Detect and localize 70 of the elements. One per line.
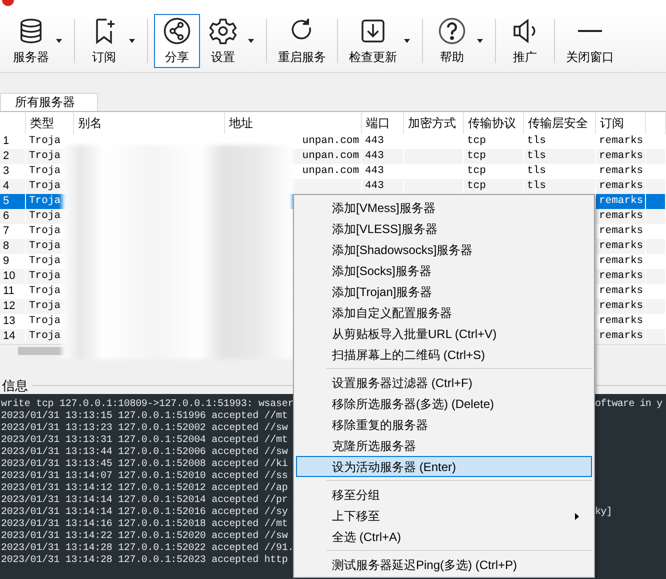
menu-item[interactable]: 添加[Trojan]服务器 — [296, 281, 592, 302]
log-line: oftware in y — [595, 399, 662, 411]
toolbar-button[interactable]: 设置 — [200, 14, 246, 68]
menu-item[interactable]: 移除所选服务器(多选) (Delete) — [296, 393, 592, 414]
log-line: 2023/01/31 13:13:23 127.0.0.1:52002 accepted //sw — [0, 423, 289, 434]
menu-item[interactable]: 添加[Shadowsocks]服务器 — [296, 239, 592, 260]
menu-item[interactable]: 扫描屏幕上的二维码 (Ctrl+S) — [296, 344, 592, 365]
menu-item[interactable]: 全选 (Ctrl+A) — [296, 526, 592, 547]
log-line: 2023/01/31 13:14:28 127.0.0.1:52023 accepted http — [0, 555, 289, 567]
share-icon — [163, 16, 191, 44]
toolbar-button[interactable]: 订阅 — [81, 14, 127, 68]
log-line: 2023/01/31 13:14:07 127.0.0.1:52010 accepted //ss — [0, 471, 289, 482]
menu-item[interactable]: 设为活动服务器 (Enter) — [296, 456, 592, 477]
submenu-arrow-icon — [575, 513, 579, 520]
menu-item[interactable]: 设置服务器过滤器 (Ctrl+F) — [296, 372, 592, 393]
menu-item[interactable]: 添加自定义配置服务器 — [296, 302, 592, 323]
menu-item[interactable]: 添加[VLESS]服务器 — [296, 218, 592, 239]
table-cell: tcp — [467, 150, 486, 162]
menu-item[interactable]: 测试服务器延迟Ping(多选) (Ctrl+P) — [296, 554, 592, 575]
menu-item[interactable]: 移至分组 — [296, 484, 592, 505]
log-line: 2023/01/31 13:14:28 127.0.0.1:52022 accepted //91. — [0, 543, 293, 554]
table-cell: tls — [527, 150, 546, 162]
log-line: 2023/01/31 13:13:31 127.0.0.1:52004 accepted //mt — [0, 435, 289, 446]
log-line: 2023/01/31 13:13:45 127.0.0.1:52008 accepted //ki — [0, 459, 289, 470]
table-cell: 443 — [365, 165, 384, 177]
toolbar-button[interactable]: 重启服务 — [273, 14, 331, 68]
table-cell: unpan.com — [302, 165, 359, 177]
table-cell: 443 — [365, 135, 384, 147]
menu-item[interactable]: 添加[VMess]服务器 — [296, 197, 592, 218]
log-line: 2023/01/31 13:14:14 127.0.0.1:52016 accepted //sy — [0, 507, 289, 518]
log-line: 2023/01/31 13:14:14 127.0.0.1:52014 accepted //pr — [0, 495, 289, 506]
table-cell: unpan.com — [302, 135, 359, 147]
toolbar-button[interactable]: 推广 — [502, 14, 548, 68]
menu-item[interactable]: 移除重复的服务器 — [296, 414, 592, 435]
log-line: write tcp 127.0.0.1:10809->127.0.0.1:51993: wsaser — [0, 399, 293, 410]
table-cell: tcp — [467, 180, 486, 192]
minus-icon — [578, 28, 602, 32]
caret-icon[interactable] — [477, 39, 483, 43]
toolbar-button[interactable]: 分享 — [154, 14, 200, 68]
menu-item[interactable]: 从剪贴板导入批量URL (Ctrl+V) — [296, 323, 592, 344]
tab[interactable]: 所有服务器 — [0, 93, 98, 111]
gear-icon — [209, 16, 237, 44]
log-line: 2023/01/31 13:13:44 127.0.0.1:52006 accepted //sw — [0, 447, 289, 458]
caret-icon[interactable] — [129, 39, 135, 43]
log-line: 2023/01/31 13:14:12 127.0.0.1:52012 accepted //ap — [0, 483, 289, 494]
caret-icon[interactable] — [56, 39, 62, 43]
help-icon — [438, 16, 466, 44]
table-cell: tcp — [467, 165, 486, 177]
toolbar-button[interactable]: 检查更新 — [344, 14, 402, 68]
caret-icon[interactable] — [248, 39, 254, 43]
table-cell: tls — [527, 180, 546, 192]
menu-item[interactable]: 克隆所选服务器 — [296, 435, 592, 456]
download-icon — [359, 16, 387, 44]
menu-item[interactable]: 上下移至 — [296, 505, 592, 526]
toolbar-button[interactable]: 帮助 — [429, 14, 475, 68]
log-line: ky] — [595, 507, 612, 519]
log-line: 2023/01/31 13:14:16 127.0.0.1:52018 accepted //mt — [0, 519, 289, 530]
table-cell: 443 — [365, 150, 384, 162]
table-cell: tls — [527, 165, 546, 177]
table-cell: tcp — [467, 135, 486, 147]
panel-title: 信息 — [2, 376, 28, 394]
table-cell: 443 — [365, 180, 384, 192]
caret-icon[interactable] — [404, 39, 410, 43]
log-line: 2023/01/31 13:14:22 127.0.0.1:52020 accepted //sw — [0, 531, 289, 542]
menu-item[interactable]: 添加[Socks]服务器 — [296, 260, 592, 281]
table-cell: tls — [527, 135, 546, 147]
toolbar-button[interactable]: 关闭窗口 — [561, 14, 619, 68]
table-cell: unpan.com — [302, 150, 359, 162]
log-line: 2023/01/31 13:13:15 127.0.0.1:51996 accepted //mt — [0, 411, 289, 422]
toolbar-button[interactable]: 服务器 — [8, 14, 54, 68]
